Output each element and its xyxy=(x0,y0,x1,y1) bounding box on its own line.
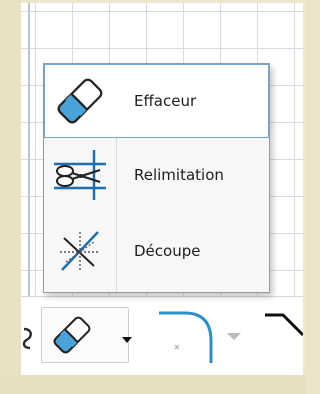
frame-bottom xyxy=(0,375,306,394)
eraser-tool-button[interactable] xyxy=(41,307,132,363)
chamfer-icon xyxy=(265,313,305,337)
menu-item-label: Effaceur xyxy=(134,92,197,110)
fillet-tool-button[interactable] xyxy=(159,307,219,363)
frame-left xyxy=(0,0,21,394)
split-icon xyxy=(54,226,106,276)
eraser-dropdown-arrow[interactable] xyxy=(122,330,132,343)
eraser-icon xyxy=(54,76,106,126)
menu-item-effaceur[interactable]: Effaceur xyxy=(44,64,269,138)
fillet-dropdown-arrow[interactable] xyxy=(227,327,241,340)
frame-right xyxy=(303,0,306,394)
menu-item-decoupe[interactable]: Découpe xyxy=(44,214,269,290)
eraser-icon xyxy=(50,315,94,355)
partial-tool-icon[interactable] xyxy=(21,315,35,359)
menu-item-label: Découpe xyxy=(134,242,201,260)
fillet-icon xyxy=(159,311,213,363)
tool-dropdown-menu: Effaceur Relimitation Découpe xyxy=(43,63,270,293)
chamfer-tool-button[interactable] xyxy=(259,307,305,347)
menu-item-label: Relimitation xyxy=(134,166,224,184)
menu-item-relimitation[interactable]: Relimitation xyxy=(44,138,269,214)
bottom-toolbar xyxy=(21,296,305,376)
trim-scissors-icon xyxy=(54,150,106,200)
